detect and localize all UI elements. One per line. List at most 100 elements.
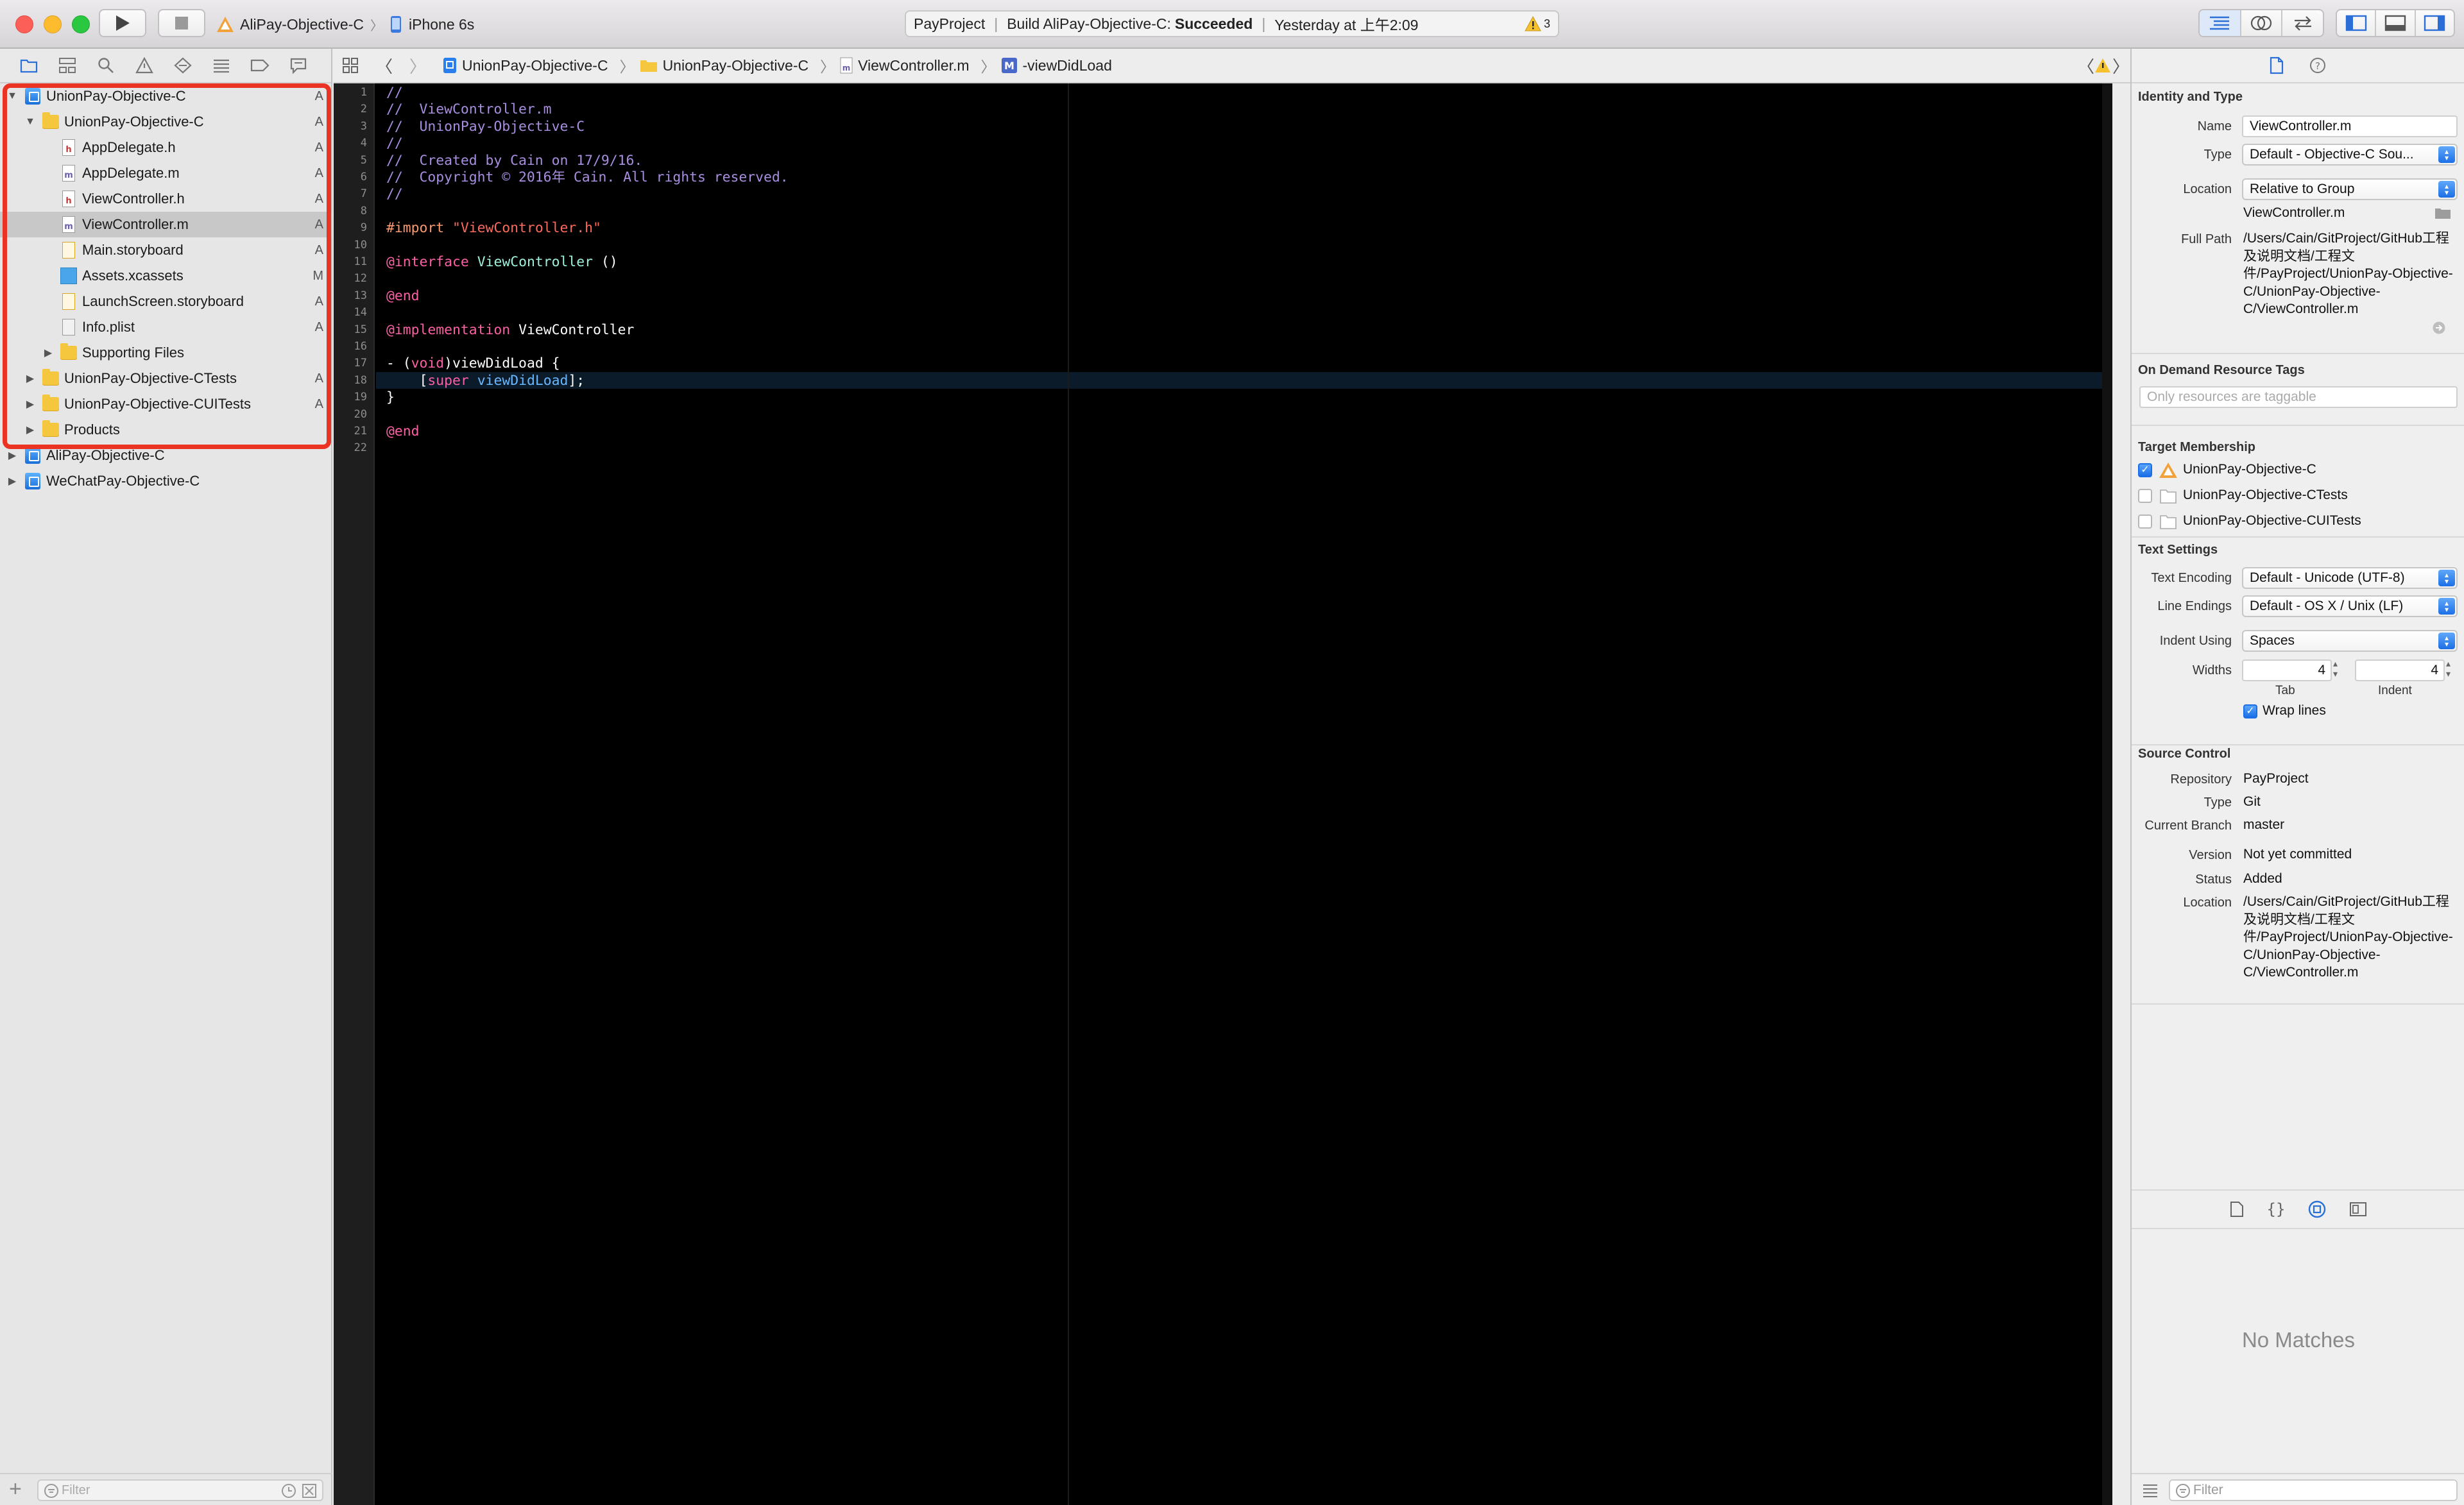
code-line[interactable]: // ViewController.m xyxy=(386,101,552,118)
text-encoding-label: Text Encoding xyxy=(2151,571,2232,585)
close-window-button[interactable] xyxy=(15,15,33,33)
section-divider xyxy=(2132,536,2464,538)
line-number: 12 xyxy=(354,272,367,285)
location-popup[interactable]: Relative to Group ▴ ▾ xyxy=(2242,178,2458,200)
minimize-window-button[interactable] xyxy=(44,15,62,33)
code-line[interactable]: } xyxy=(386,389,395,406)
navigator-filter-input[interactable]: Filter xyxy=(37,1479,323,1501)
code-line[interactable]: @end xyxy=(386,423,420,440)
code-line[interactable]: // Copyright © 2016年 Cain. All rights re… xyxy=(386,169,789,186)
indent-using-popup[interactable]: Spaces ▴ ▾ xyxy=(2242,630,2458,652)
choose-folder-icon[interactable] xyxy=(2434,207,2451,219)
name-field[interactable]: ViewController.m xyxy=(2242,115,2458,137)
disclosure-closed-icon[interactable]: ▶ xyxy=(6,475,18,487)
scheme-selector[interactable]: AliPay-Objective-C 〉 iPhone 6s xyxy=(216,12,474,37)
tab-breakpoint-navigator[interactable] xyxy=(250,56,270,75)
library-filter-bar: Filter xyxy=(2132,1473,2464,1505)
source-editor[interactable]: 1 2 3 4 5 6 7 8 9 10 11 12 13 14 15 16 17 18 19 20 21 22 ////… xyxy=(334,83,2112,1505)
breadcrumb-project[interactable]: UnionPay-Objective-C xyxy=(443,57,608,74)
line-endings-value: Default - OS X / Unix (LF) xyxy=(2250,599,2404,613)
target-checkbox[interactable] xyxy=(2138,489,2152,503)
add-file-icon[interactable]: + xyxy=(9,1478,22,1500)
indent-width-field[interactable]: 4 xyxy=(2355,659,2445,681)
tab-project-navigator[interactable] xyxy=(19,56,38,75)
tab-width-stepper[interactable]: ▴ ▾ xyxy=(2333,658,2338,679)
type-label: Type xyxy=(2203,148,2232,162)
toggle-debug-area-button[interactable] xyxy=(2376,10,2416,36)
code-line[interactable]: // UnionPay-Objective-C xyxy=(386,119,585,135)
source-control-filter-icon[interactable] xyxy=(302,1483,317,1499)
code-line[interactable]: @end xyxy=(386,288,420,305)
code-line[interactable]: - (void)viewDidLoad { xyxy=(386,355,560,372)
tab-width-field[interactable]: 4 xyxy=(2242,659,2332,681)
tab-test-navigator[interactable] xyxy=(173,56,193,75)
toggle-inspector-button[interactable] xyxy=(2416,10,2454,36)
breadcrumb-method[interactable]: M -viewDidLoad xyxy=(1001,57,1112,74)
recent-clock-icon[interactable] xyxy=(281,1483,296,1499)
editor-scrollbar[interactable] xyxy=(2102,83,2112,1505)
quick-help-icon[interactable]: ? xyxy=(2309,57,2326,74)
file-type-popup[interactable]: Default - Objective-C Sou... ▴ ▾ xyxy=(2242,144,2458,166)
text-encoding-popup[interactable]: Default - Unicode (UTF-8) ▴ ▾ xyxy=(2242,567,2458,589)
code-line[interactable]: #import "ViewController.h" xyxy=(386,220,601,237)
tab-find-navigator[interactable] xyxy=(96,56,116,75)
media-library-icon[interactable] xyxy=(2349,1202,2367,1217)
navigator-tabs xyxy=(0,49,331,83)
search-icon xyxy=(98,58,114,73)
wrap-lines-checkbox[interactable]: ✓ xyxy=(2243,704,2257,718)
version-editor-button[interactable] xyxy=(2282,10,2323,36)
related-items-icon[interactable] xyxy=(341,56,359,74)
line-number-gutter[interactable]: 1 2 3 4 5 6 7 8 9 10 11 12 13 14 15 16 17 18 19 20 21 22 xyxy=(334,83,375,1505)
code-line[interactable]: // xyxy=(386,186,403,203)
line-number: 7 xyxy=(360,187,367,201)
scm-location-value: /Users/Cain/GitProject/GitHub工程及说明文档/工程文… xyxy=(2243,894,2453,980)
target-checkbox[interactable]: ✓ xyxy=(2138,463,2152,477)
file-inspector-icon[interactable] xyxy=(2270,56,2284,74)
line-endings-popup[interactable]: Default - OS X / Unix (LF) ▴ ▾ xyxy=(2242,595,2458,617)
code-line[interactable]: @implementation ViewController xyxy=(386,322,634,339)
navigator-item[interactable]: ▶ WeChatPay-Objective-C xyxy=(0,468,332,494)
disclosure-closed-icon[interactable]: ▶ xyxy=(6,450,18,461)
next-issue-icon[interactable]: 〉 xyxy=(2112,54,2129,78)
code-line[interactable]: // xyxy=(386,85,403,101)
previous-issue-icon[interactable]: 〈 xyxy=(2078,54,2094,78)
line-number: 9 xyxy=(360,221,367,235)
warning-badge[interactable]: 3 xyxy=(1525,16,1550,31)
target-checkbox[interactable] xyxy=(2138,514,2152,529)
tab-caption: Tab xyxy=(2275,684,2295,697)
svg-text:m: m xyxy=(843,64,851,72)
line-number: 8 xyxy=(360,204,367,217)
file-template-icon[interactable] xyxy=(2230,1201,2244,1218)
project-icon xyxy=(443,58,457,73)
activity-viewer[interactable]: PayProject | Build AliPay-Objective-C: S… xyxy=(905,10,1559,37)
code-line[interactable]: // Created by Cain on 17/9/16. xyxy=(386,153,642,169)
tab-report-navigator[interactable] xyxy=(289,56,308,75)
indent-width-stepper[interactable]: ▴ ▾ xyxy=(2446,658,2451,679)
stop-button[interactable] xyxy=(158,9,205,37)
annotation-highlight-box xyxy=(3,83,331,449)
tab-debug-navigator[interactable] xyxy=(212,56,231,75)
object-library-icon[interactable] xyxy=(2308,1200,2326,1218)
list-view-icon[interactable] xyxy=(2142,1483,2159,1497)
line-number: 21 xyxy=(354,425,367,438)
breadcrumb-group[interactable]: UnionPay-Objective-C xyxy=(640,57,809,74)
toggle-navigator-button[interactable] xyxy=(2337,10,2377,36)
breadcrumb-file[interactable]: m ViewController.m xyxy=(840,57,970,74)
code-snippet-icon[interactable]: {} xyxy=(2267,1200,2286,1218)
issue-warning-icon[interactable] xyxy=(2094,58,2111,73)
zoom-window-button[interactable] xyxy=(72,15,90,33)
code-line[interactable]: [super viewDidLoad]; xyxy=(386,373,585,389)
assistant-editor-button[interactable] xyxy=(2241,10,2283,36)
back-arrow-icon[interactable]: 〈 xyxy=(376,54,393,78)
tab-symbol-navigator[interactable] xyxy=(58,56,77,75)
library-filter-input[interactable]: Filter xyxy=(2169,1479,2458,1501)
forward-arrow-icon[interactable]: 〉 xyxy=(409,54,426,78)
reveal-in-finder-icon[interactable] xyxy=(2432,321,2446,335)
resource-tags-field[interactable]: Only resources are taggable xyxy=(2139,386,2458,408)
warning-count: 3 xyxy=(1543,17,1550,30)
standard-editor-button[interactable] xyxy=(2200,10,2241,36)
code-line[interactable]: @interface ViewController () xyxy=(386,254,618,271)
tab-issue-navigator[interactable] xyxy=(135,56,154,75)
code-line[interactable]: // xyxy=(386,135,403,152)
run-button[interactable] xyxy=(99,9,146,37)
